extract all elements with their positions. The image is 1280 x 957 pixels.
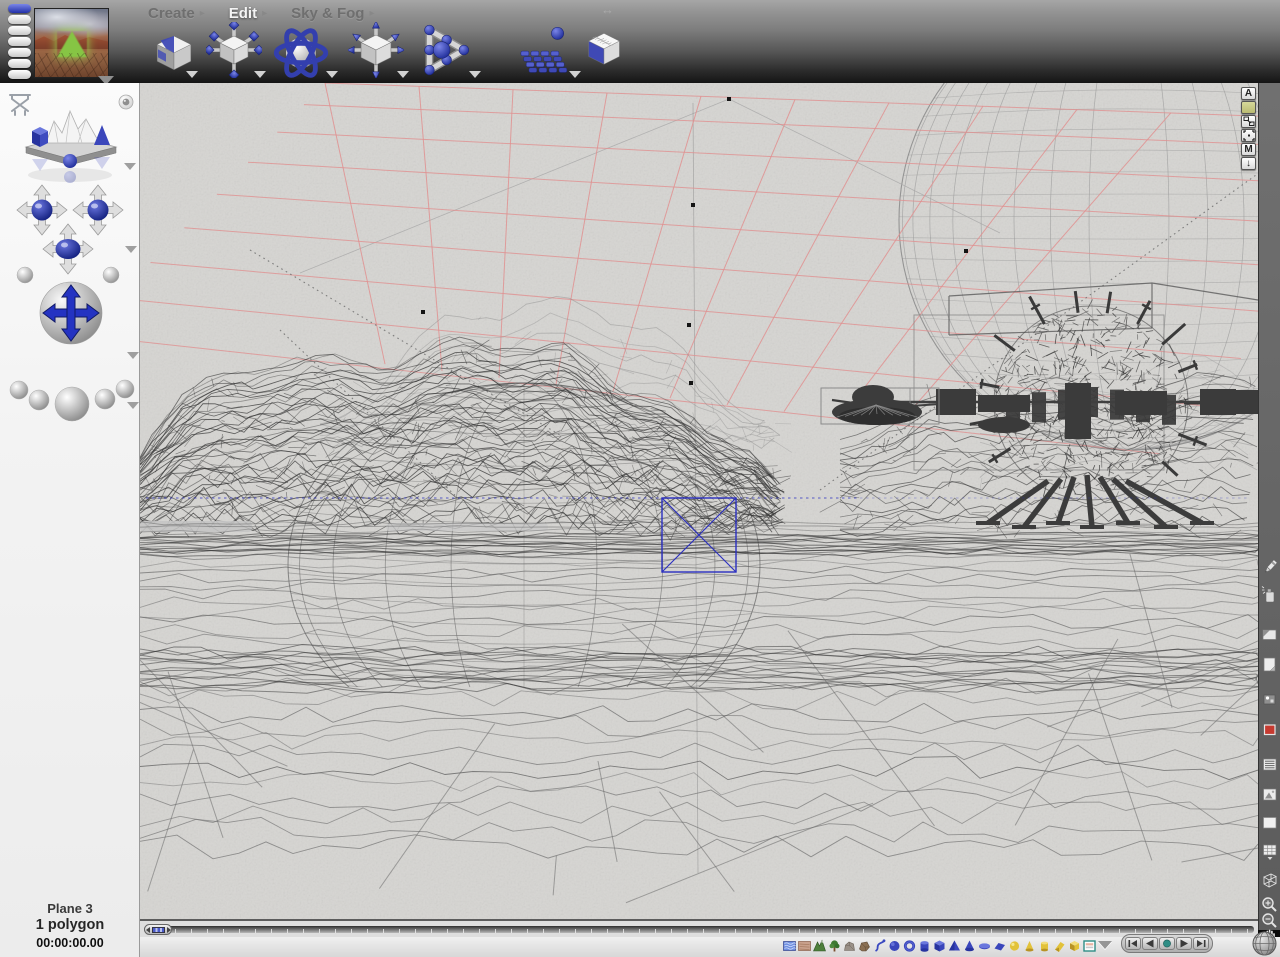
selected-object-name: Plane 3 bbox=[47, 901, 93, 916]
camera-cross-trackball[interactable] bbox=[38, 280, 104, 351]
create-water-icon[interactable] bbox=[783, 939, 796, 953]
tool-dropdown-caret[interactable] bbox=[569, 71, 581, 78]
timeline-scrubber-handle[interactable] bbox=[144, 924, 172, 935]
create-sphere-icon[interactable] bbox=[888, 939, 901, 953]
left-control-sidebar: Plane 3 1 polygon 00:00:00.00 bbox=[0, 83, 140, 957]
tool-dropdown-caret[interactable] bbox=[326, 71, 338, 78]
create-tree-icon[interactable] bbox=[828, 939, 841, 953]
palette-dropdown-caret[interactable] bbox=[1098, 941, 1112, 949]
render-red-icon[interactable] bbox=[1260, 720, 1280, 740]
create-light-cube-icon[interactable] bbox=[1068, 939, 1081, 953]
camera-memory-dot-left[interactable] bbox=[16, 266, 34, 289]
wireframe-viewport[interactable]: A M ↓ bbox=[140, 83, 1258, 919]
spray-icon[interactable] bbox=[1260, 585, 1280, 605]
render-region-icon[interactable] bbox=[1260, 625, 1280, 645]
top-toolbar: Create ▸ Edit ▸ Sky & Fog ▸ ↔ bbox=[0, 0, 1280, 85]
edit-materials-icon[interactable] bbox=[150, 28, 198, 76]
create-picture-object-icon[interactable] bbox=[1083, 939, 1096, 953]
create-light-sphere-icon[interactable] bbox=[1008, 939, 1021, 953]
step-forward-button[interactable] bbox=[1193, 937, 1209, 950]
create-cube-icon[interactable] bbox=[933, 939, 946, 953]
create-light-cone-icon[interactable] bbox=[1023, 939, 1036, 953]
stop-button[interactable] bbox=[1159, 937, 1175, 950]
bryce-app-window: { "menu": { "arrow": "\u25B8", "items": … bbox=[0, 0, 1280, 957]
tool-dropdown-caret[interactable] bbox=[254, 71, 266, 78]
create-plane-icon[interactable] bbox=[993, 939, 1006, 953]
sidebar-caret[interactable] bbox=[127, 352, 139, 359]
edit-objects-icon[interactable] bbox=[415, 20, 475, 80]
drop-arrow-button[interactable]: ↓ bbox=[1241, 157, 1256, 170]
rotate-tool-icon[interactable] bbox=[272, 24, 330, 82]
sidebar-caret[interactable] bbox=[124, 163, 136, 170]
object-control-stack: A M ↓ bbox=[1241, 87, 1256, 170]
create-terrain-icon[interactable] bbox=[813, 939, 826, 953]
sidebar-caret[interactable] bbox=[125, 246, 137, 253]
attributes-button[interactable]: A bbox=[1241, 87, 1256, 100]
sidebar-caret[interactable] bbox=[127, 402, 139, 409]
timeline-ticks bbox=[144, 929, 1254, 933]
create-cone-icon[interactable] bbox=[963, 939, 976, 953]
texture-lines-icon[interactable] bbox=[1260, 755, 1280, 775]
create-light-cylinder-icon[interactable] bbox=[1038, 939, 1051, 953]
create-rock-icon[interactable] bbox=[843, 939, 856, 953]
render-globe-button[interactable] bbox=[1251, 930, 1278, 957]
step-back-button[interactable] bbox=[1125, 937, 1141, 950]
render-options-icon[interactable] bbox=[1260, 690, 1280, 710]
camera-memory-dot-right[interactable] bbox=[102, 266, 120, 289]
selection-status: Plane 3 1 polygon 00:00:00.00 bbox=[0, 901, 140, 953]
timecode: 00:00:00.00 bbox=[36, 936, 104, 950]
viewport-canvas[interactable] bbox=[140, 83, 1258, 919]
play-reverse-button[interactable] bbox=[1142, 937, 1158, 950]
render-page-icon[interactable] bbox=[1260, 655, 1280, 675]
create-pyramid-icon[interactable] bbox=[948, 939, 961, 953]
edit-mesh-icon[interactable] bbox=[582, 26, 626, 70]
family-color-button[interactable] bbox=[1241, 101, 1256, 114]
origin-handle-button[interactable] bbox=[1241, 129, 1256, 142]
create-disc-icon[interactable] bbox=[978, 939, 991, 953]
resize-tool-icon[interactable] bbox=[203, 19, 265, 81]
play-forward-button[interactable] bbox=[1176, 937, 1192, 950]
plop-render-icon[interactable] bbox=[1260, 842, 1280, 862]
pencil-icon[interactable] bbox=[1260, 557, 1280, 577]
wire-cube-icon[interactable] bbox=[1260, 870, 1280, 890]
texture-plain-icon[interactable] bbox=[1260, 813, 1280, 833]
playback-controls bbox=[1121, 934, 1213, 953]
toolbar-resize-handle-icon[interactable]: ↔ bbox=[601, 2, 614, 17]
scrubber-stripes bbox=[151, 926, 165, 933]
create-cylinder-icon[interactable] bbox=[918, 939, 931, 953]
tool-dropdown-caret[interactable] bbox=[397, 71, 409, 78]
render-tool-strip bbox=[1258, 83, 1280, 944]
reposition-tool-icon[interactable] bbox=[346, 20, 406, 80]
polygon-count: 1 polygon bbox=[35, 917, 105, 933]
camera-trackball-flat[interactable] bbox=[40, 221, 96, 282]
material-button[interactable]: M bbox=[1241, 143, 1256, 156]
view-memory-sphere-arc[interactable] bbox=[8, 366, 136, 429]
edit-terrain-icon[interactable] bbox=[512, 20, 572, 80]
create-light-wedge-icon[interactable] bbox=[1053, 939, 1066, 953]
create-ground-icon[interactable] bbox=[798, 939, 811, 953]
texture-image-icon[interactable] bbox=[1260, 785, 1280, 805]
tool-dropdown-caret[interactable] bbox=[186, 71, 198, 78]
edit-tools-row bbox=[0, 0, 1280, 83]
tool-dropdown-caret[interactable] bbox=[469, 71, 481, 78]
create-stone-icon[interactable] bbox=[858, 939, 871, 953]
create-path-icon[interactable] bbox=[873, 939, 886, 953]
create-torus-icon[interactable] bbox=[903, 939, 916, 953]
animation-timeline[interactable] bbox=[140, 919, 1258, 937]
link-button[interactable] bbox=[1241, 115, 1256, 128]
create-object-palette bbox=[783, 939, 1096, 953]
